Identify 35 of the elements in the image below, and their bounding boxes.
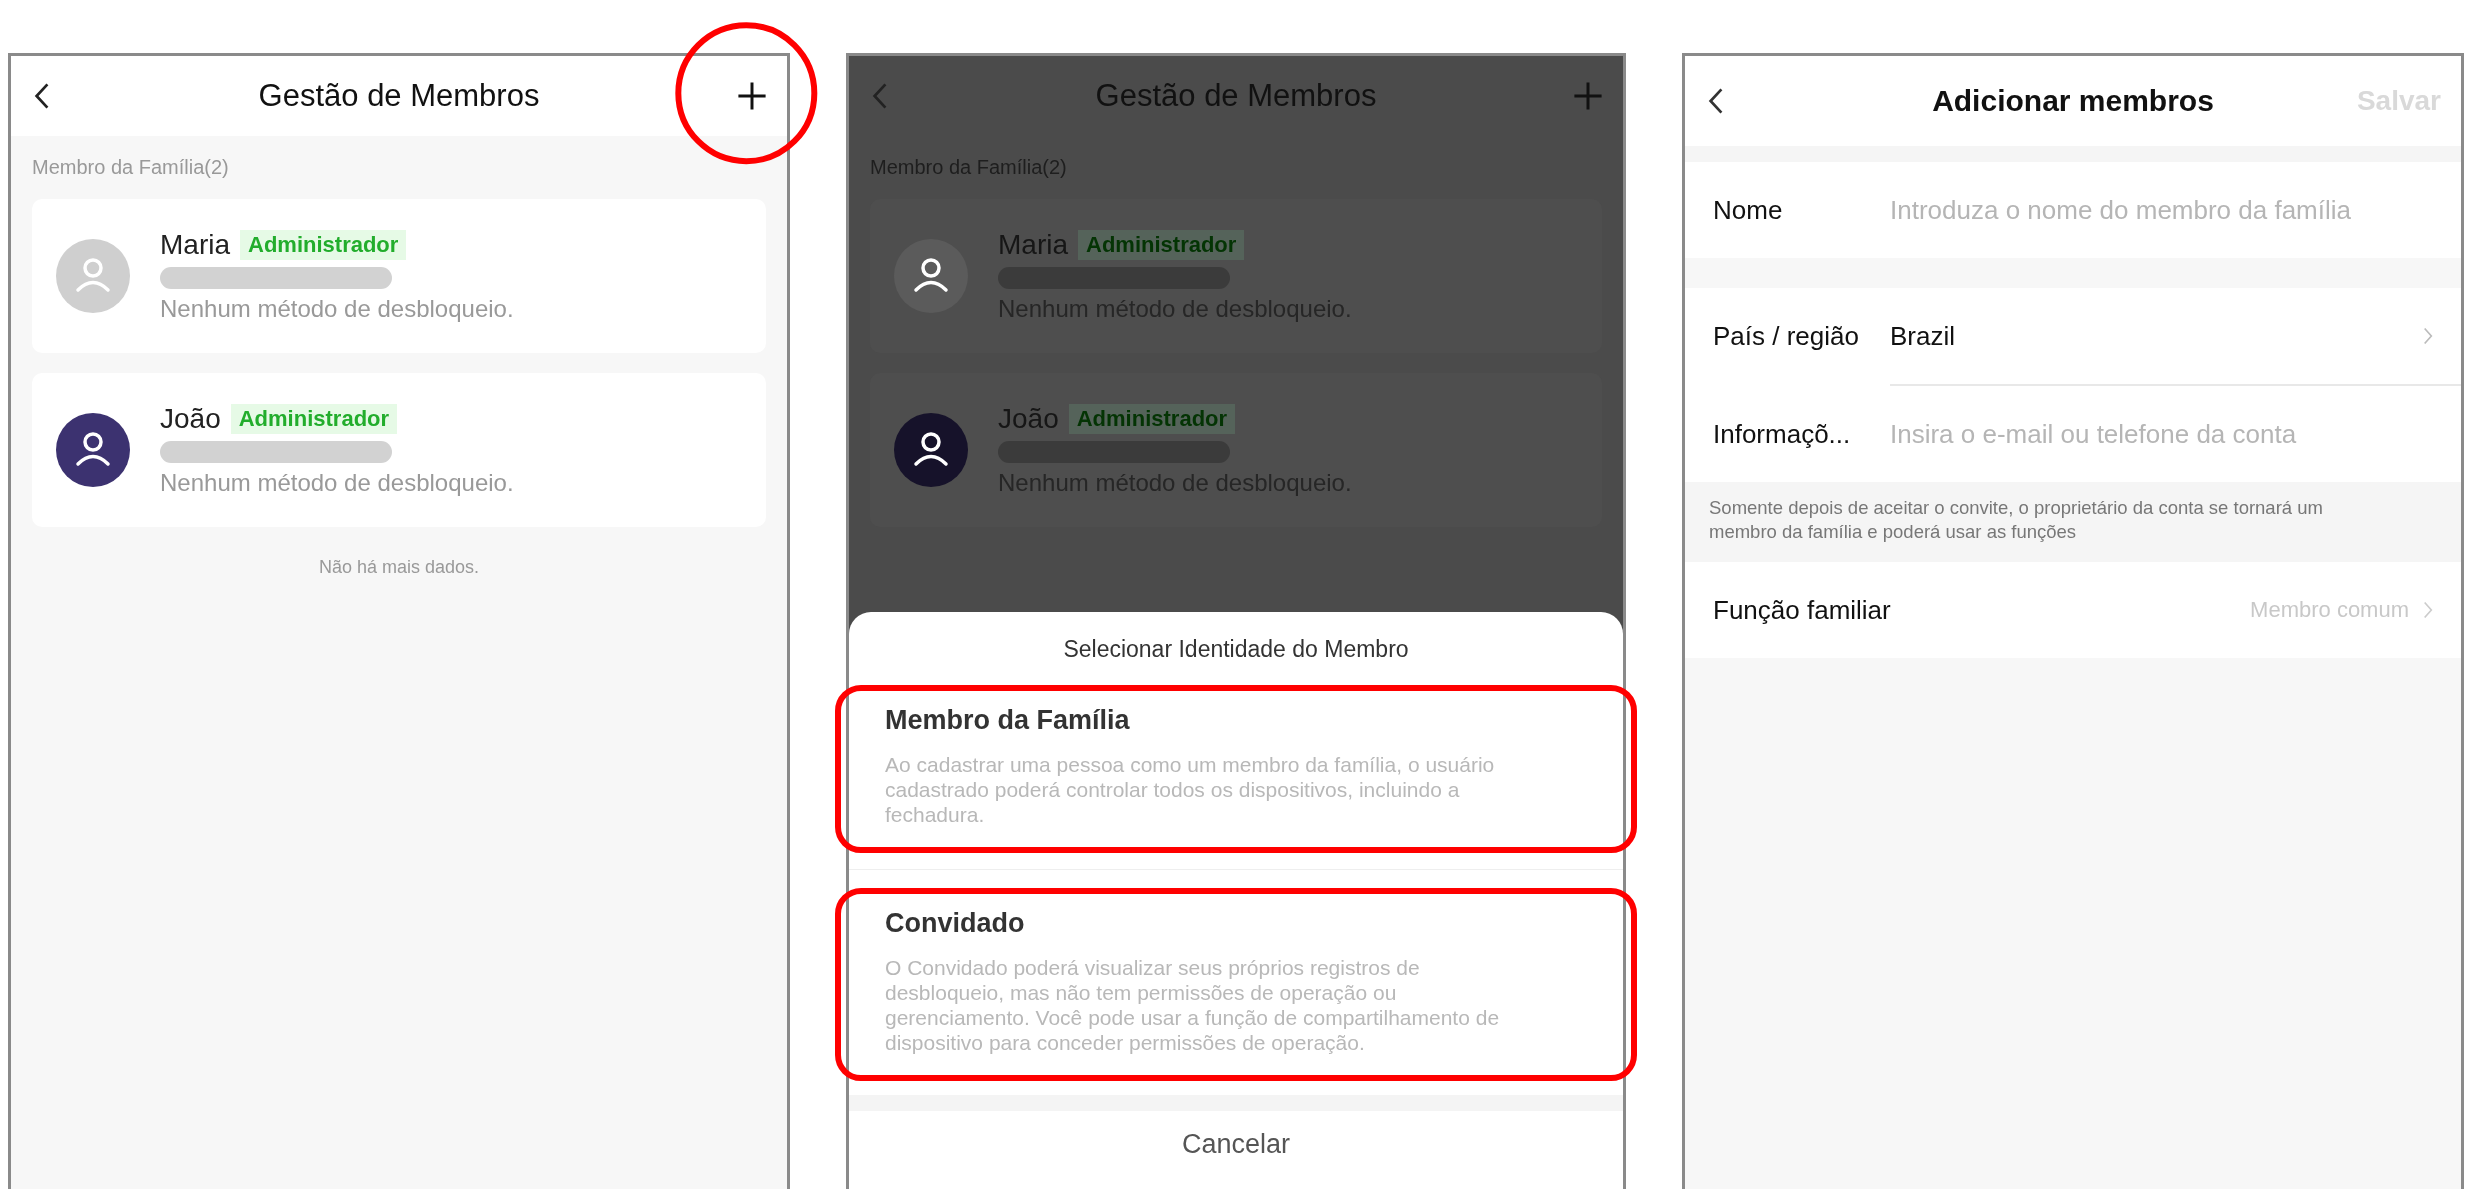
unlock-status: Nenhum método de desbloqueio. — [160, 469, 514, 497]
option-description: Ao cadastrar uma pessoa como um membro da família, o usuário cadastrado poderá controlar todos os dispositivos, incluindo a fechadura. — [885, 752, 1496, 827]
option-title: Membro da Família — [885, 705, 1131, 736]
role-badge: Administrador — [1078, 230, 1245, 260]
screen-title: Gestão de Membros — [258, 78, 540, 114]
option-title: Convidado — [885, 908, 1026, 939]
back-icon[interactable] — [33, 81, 51, 111]
chevron-icon — [2423, 326, 2433, 346]
unlock-status: Nenhum método de desbloqueio. — [160, 295, 514, 323]
section-label: Membro da Família(2) — [32, 156, 230, 179]
screen-title: Gestão de Membros — [1095, 78, 1377, 114]
sheet-title: Selecionar Identidade do Membro — [1062, 635, 1410, 664]
member-name: João — [998, 403, 1059, 435]
country-select[interactable]: Brazil — [1890, 320, 2433, 352]
add-icon[interactable] — [735, 79, 769, 113]
field-label: País / região — [1713, 320, 1860, 352]
field-label: Informaçõ... — [1713, 418, 1852, 450]
end-of-list-text: Não há mais dados. — [317, 557, 481, 578]
input-field[interactable]: Introduza o nome do membro da família — [1890, 194, 2433, 226]
member-card[interactable]: Maria Administrador Nenhum método de desbloqueio. — [32, 199, 766, 353]
member-name: Maria — [998, 229, 1068, 261]
role-badge: Administrador — [1068, 404, 1236, 434]
member-name: João — [160, 403, 221, 435]
member-card[interactable]: João Administrador Nenhum método de desbloqueio. — [32, 373, 766, 527]
member-name: Maria — [160, 229, 230, 261]
input-field[interactable]: Insira o e-mail ou telefone da conta — [1890, 418, 2433, 450]
role-badge: Administrador — [240, 230, 407, 260]
field-label: Função familiar — [1713, 594, 1890, 626]
option-description: O Convidado poderá visualizar seus próprios registros de desbloqueio, mas não tem permissões de operação ou gerenciamento. Você pode usar a função de compartilhamento de dispositivo para conceder permissões de operação. — [885, 955, 1501, 1055]
role-badge: Administrador — [230, 404, 398, 434]
identity-option[interactable]: Membro da Família Ao cadastrar uma pessoa como um membro da família, o usuário cadastrado poderá controlar todos os dispositivos, incluindo a fechadura. — [849, 685, 1623, 853]
field-label: Nome — [1713, 194, 1784, 226]
screen-title: Adicionar membros — [1932, 84, 2214, 118]
back-icon[interactable] — [1707, 86, 1725, 116]
chevron-icon — [2423, 600, 2433, 620]
